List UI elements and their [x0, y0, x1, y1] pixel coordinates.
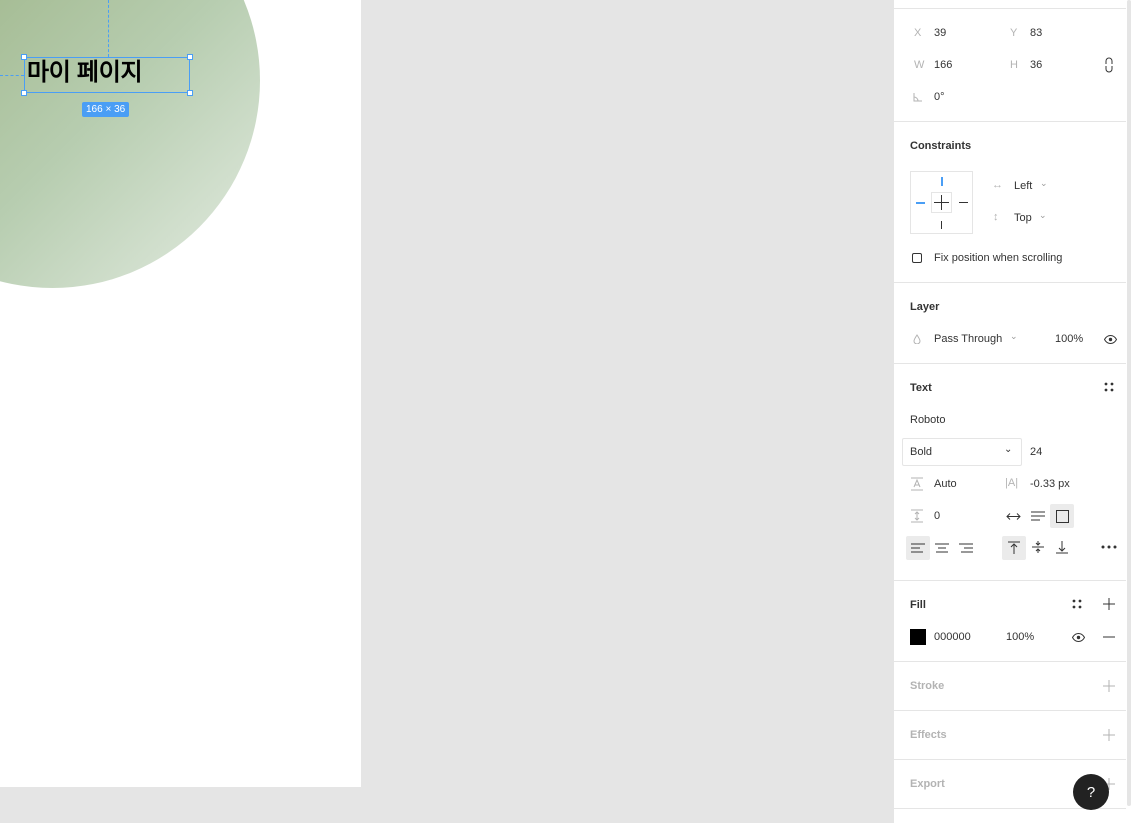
eye-icon[interactable]: [1071, 631, 1085, 643]
stroke-title: Stroke: [910, 680, 945, 692]
align-center-icon[interactable]: [935, 541, 949, 555]
x-label: X: [914, 27, 922, 39]
constraints-widget[interactable]: [910, 171, 973, 234]
align-left-icon: [911, 543, 925, 553]
align-top-icon: [1008, 541, 1020, 554]
canvas[interactable]: 마이 페이지 166 × 36: [0, 0, 893, 823]
fill-opacity-input[interactable]: 100%: [1006, 631, 1034, 643]
resize-handle-top-right[interactable]: [187, 54, 193, 60]
horizontal-constraint-select[interactable]: Left: [1014, 180, 1032, 192]
align-bottom-icon[interactable]: [1055, 540, 1069, 554]
font-weight-value: Bold: [910, 446, 933, 458]
font-weight-select[interactable]: Bold ⌄: [902, 438, 1022, 466]
rotation-icon: [912, 91, 924, 103]
frame[interactable]: 마이 페이지 166 × 36: [0, 0, 361, 787]
auto-width-icon[interactable]: [1005, 509, 1021, 523]
horizontal-guide: [0, 75, 24, 76]
paragraph-spacing-input[interactable]: 0: [934, 510, 940, 522]
constraint-right[interactable]: [959, 202, 968, 203]
export-title: Export: [910, 778, 945, 790]
w-label: W: [914, 59, 925, 71]
align-right-icon[interactable]: [959, 541, 973, 555]
line-height-input[interactable]: Auto: [934, 478, 957, 490]
h-label: H: [1010, 59, 1018, 71]
align-middle-icon[interactable]: [1031, 540, 1045, 554]
blend-mode-icon: [912, 334, 922, 344]
letter-spacing-icon: |A|: [1005, 477, 1019, 489]
resize-handle-bottom-right[interactable]: [187, 90, 193, 96]
fixed-size-icon: [1056, 510, 1069, 523]
add-stroke-icon[interactable]: [1102, 679, 1116, 693]
fix-position-label: Fix position when scrolling: [934, 252, 1063, 264]
auto-height-icon[interactable]: [1030, 509, 1046, 523]
align-left-button[interactable]: [906, 536, 930, 560]
resize-handle-top-left[interactable]: [21, 54, 27, 60]
fill-styles-icon[interactable]: [1071, 598, 1083, 610]
selected-text[interactable]: 마이 페이지: [27, 59, 143, 87]
constrain-proportions-icon[interactable]: [1102, 55, 1116, 75]
font-size-input[interactable]: 24: [1030, 446, 1042, 458]
layer-section: Layer: [894, 283, 1126, 364]
constraint-left[interactable]: [916, 202, 925, 204]
fixed-size-button[interactable]: [1050, 504, 1074, 528]
chevron-down-icon: ⌄: [1040, 178, 1048, 188]
blend-mode-select[interactable]: Pass Through: [934, 333, 1002, 345]
text-title: Text: [910, 382, 932, 394]
fill-color-swatch[interactable]: [910, 629, 926, 645]
y-input[interactable]: 83: [1030, 27, 1042, 39]
resize-handle-bottom-left[interactable]: [21, 90, 27, 96]
layer-opacity-input[interactable]: 100%: [1055, 333, 1083, 345]
selected-text-layer[interactable]: 마이 페이지: [21, 54, 193, 96]
y-label: Y: [1010, 27, 1018, 39]
constraints-title: Constraints: [910, 140, 972, 152]
fill-hex-input[interactable]: 000000: [934, 631, 971, 643]
panel-top-divider: [894, 0, 1126, 9]
eye-icon[interactable]: [1103, 333, 1117, 345]
properties-panel: X 39 Y 83 W 166 H 36 0° Constraints ↔ Le…: [893, 0, 1133, 823]
remove-fill-icon[interactable]: [1102, 631, 1116, 643]
chevron-down-icon: ⌄: [1010, 331, 1018, 341]
letter-spacing-input[interactable]: -0.33 px: [1030, 478, 1070, 490]
add-effect-icon[interactable]: [1102, 728, 1116, 742]
w-input[interactable]: 166: [934, 59, 952, 71]
dimension-label: 166 × 36: [82, 102, 130, 117]
align-top-button[interactable]: [1002, 536, 1026, 560]
layer-title: Layer: [910, 301, 940, 313]
vertical-constraint-select[interactable]: Top: [1014, 212, 1032, 224]
chevron-down-icon: ⌄: [1004, 444, 1013, 455]
chevron-down-icon: ⌄: [1039, 210, 1047, 220]
constraint-top[interactable]: [941, 177, 943, 186]
paragraph-spacing-icon: [910, 509, 924, 523]
x-input[interactable]: 39: [934, 27, 946, 39]
more-options-icon[interactable]: [1100, 541, 1118, 553]
help-button[interactable]: ?: [1073, 774, 1109, 810]
fill-section: Fill: [894, 581, 1126, 662]
gradient-circle[interactable]: [0, 0, 260, 288]
rotation-input[interactable]: 0°: [934, 91, 945, 103]
fill-title: Fill: [910, 599, 926, 611]
panel-scrollbar[interactable]: [1127, 0, 1131, 806]
effects-title: Effects: [910, 729, 947, 741]
effects-section: Effects: [894, 711, 1126, 760]
design-section: X 39 Y 83 W 166 H 36 0°: [894, 9, 1126, 122]
line-height-icon: [910, 477, 924, 491]
help-icon: ?: [1086, 783, 1096, 801]
horizontal-arrow-icon: ↔: [992, 179, 1003, 191]
vertical-arrow-icon: ↕: [993, 211, 999, 223]
constraint-bottom[interactable]: [941, 221, 942, 229]
font-family-select[interactable]: Roboto: [910, 414, 945, 426]
fix-position-checkbox[interactable]: [912, 253, 922, 263]
vertical-guide: [108, 0, 109, 57]
text-styles-icon[interactable]: [1103, 381, 1115, 393]
constraint-center-h[interactable]: [934, 202, 949, 203]
add-fill-icon[interactable]: [1102, 597, 1116, 611]
h-input[interactable]: 36: [1030, 59, 1042, 71]
stroke-section: Stroke: [894, 662, 1126, 711]
